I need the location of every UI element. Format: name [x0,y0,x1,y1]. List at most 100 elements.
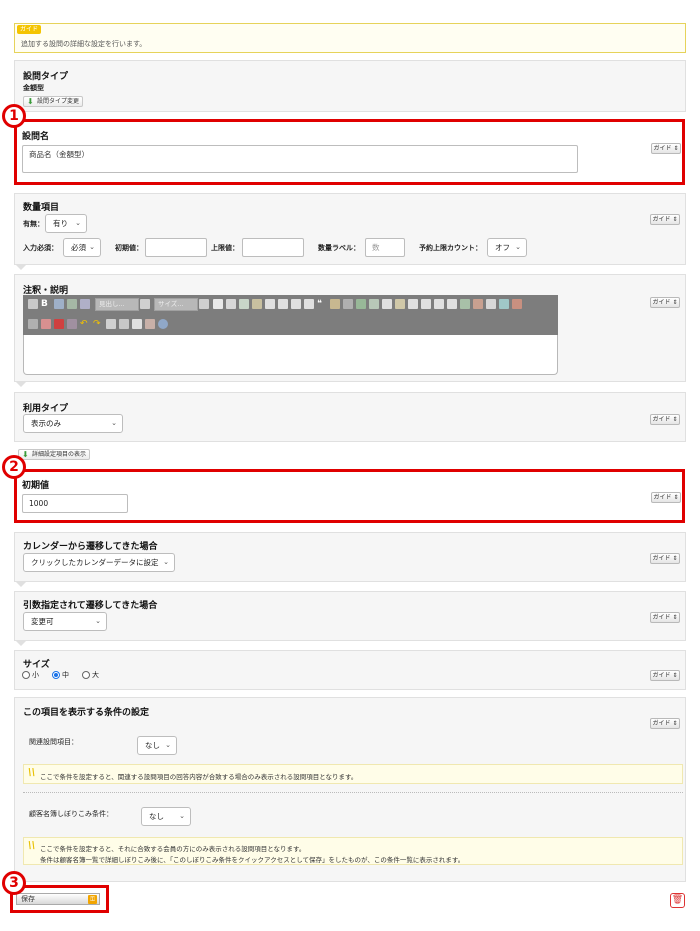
size-select-label: サイズ... [158,300,184,308]
image-insert-icon[interactable] [252,299,262,309]
picture-icon[interactable] [460,299,470,309]
size-radio-large[interactable] [82,671,90,679]
table-icon[interactable] [239,299,249,309]
size-panel: サイズ ガイド ⇕ 小 中 大 [14,650,686,690]
youtube-icon[interactable] [54,319,64,329]
change-question-type-button[interactable]: ⬇ 設問タイプ変更 [23,96,84,107]
spellcheck-icon[interactable] [80,299,90,309]
format-select[interactable]: 見出し... [95,298,139,311]
argument-value: 変更可 [31,617,54,626]
doc-icon[interactable] [382,299,392,309]
size-select[interactable]: サイズ... [154,298,198,311]
required-select[interactable]: 必須 ⌄ [63,238,101,257]
bullet-list-icon[interactable] [278,299,288,309]
divider [23,792,683,793]
display-condition-panel: この項目を表示する条件の設定 ガイド ⇕ 関連設問項目： なし ⌄ \\ ここで条… [14,697,686,882]
display-condition-guide-button[interactable]: ガイド ⇕ [650,718,680,729]
show-detail-settings-label: 詳細設定項目の表示 [32,451,87,458]
source-icon[interactable] [28,299,38,309]
highlight-box-save [10,885,109,913]
iframe-icon[interactable] [28,319,38,329]
notes-guide-button[interactable]: ガイド ⇕ [650,297,680,308]
chevron-down-icon: ⌄ [179,812,185,820]
format-dropdown-icon[interactable] [140,299,150,309]
usage-type-guide-button[interactable]: ガイド ⇕ [650,414,680,425]
help-icon[interactable] [158,319,168,329]
anchor-icon[interactable] [369,299,379,309]
quantity-panel: 数量項目 ガイド ⇕ 有無： 有り ⌄ 入力必須： 必須 ⌄ 初期値： 上限値： 数… [14,193,686,265]
argument-title: 引数指定されて遷移してきた場合 [23,601,158,611]
arrow-down-icon: ⬇ [22,450,29,459]
undo-icon[interactable]: ↶ [80,319,90,329]
notes-panel: 注釈・説明 ガイド ⇕ B 見出し... サイズ... ❝ ↶ ↷ [14,274,686,382]
map-icon[interactable] [41,319,51,329]
related-question-value: なし [145,741,160,750]
paste-icon[interactable] [145,319,155,329]
calendar-value: クリックしたカレンダーデータに設定 [31,558,159,567]
brush-icon[interactable] [54,299,64,309]
smiley-icon[interactable] [499,299,509,309]
customer-filter-label: 顧客名簿しぼりこみ条件： [29,810,113,818]
presence-select[interactable]: 有り ⌄ [45,214,87,233]
size-radio-small[interactable] [22,671,30,679]
customer-filter-value: なし [149,812,164,821]
required-value: 必須 [71,243,86,252]
maximize-icon[interactable] [119,319,129,329]
presence-label: 有無： [23,220,44,228]
align-center-icon[interactable] [421,299,431,309]
customer-condition-note-line2: 条件は顧客名簿一覧で詳細しぼりこみ後に、「このしぼりこみ条件をクイックアクセスと… [40,856,465,864]
template-icon[interactable] [395,299,405,309]
quantity-max-input[interactable] [242,238,304,257]
quantity-initial-input[interactable] [145,238,207,257]
chevron-down-icon: ⌄ [165,741,171,749]
list-icon[interactable] [265,299,275,309]
marker-1: 1 [2,104,26,128]
argument-select[interactable]: 変更可 ⌄ [23,612,107,631]
size-dropdown-icon[interactable] [199,299,209,309]
quote-icon[interactable]: ❝ [317,299,327,309]
argument-panel: 引数指定されて遷移してきた場合 ガイド ⇕ 変更可 ⌄ [14,591,686,641]
align-left-icon[interactable] [408,299,418,309]
qty-label-input[interactable]: 数 [365,238,405,257]
unlink-icon[interactable] [356,299,366,309]
size-radio-medium[interactable] [52,671,60,679]
customer-filter-select[interactable]: なし ⌄ [141,807,191,826]
related-condition-note: \\ ここで条件を設定すると、関連する設問項目の回答内容が合致する場合のみ表示さ… [23,764,683,784]
panel-arrow [16,582,26,587]
calendar-select[interactable]: クリックしたカレンダーデータに設定 ⌄ [23,553,175,572]
calendar-guide-button[interactable]: ガイド ⇕ [650,553,680,564]
display-condition-title: この項目を表示する条件の設定 [23,708,150,718]
page-icon[interactable] [213,299,223,309]
bold-icon[interactable]: B [41,299,51,309]
highlight-box-initial-value [14,469,685,523]
numbered-list-icon[interactable] [291,299,301,309]
size-guide-button[interactable]: ガイド ⇕ [650,670,680,681]
usage-type-select[interactable]: 表示のみ ⌄ [23,414,123,433]
image-icon[interactable] [67,299,77,309]
align-right-icon[interactable] [434,299,444,309]
guide-box: ガイド 追加する設問の詳細な設定を行います。 [14,23,686,53]
save-doc-icon[interactable] [132,319,142,329]
show-detail-settings-button[interactable]: ⬇ 詳細設定項目の表示 [18,449,91,460]
preview-icon[interactable] [106,319,116,329]
marker-2: 2 [2,455,26,479]
video-icon[interactable] [67,319,77,329]
special-char-icon[interactable] [512,299,522,309]
indent-icon[interactable] [304,299,314,309]
reserve-select[interactable]: オフ ⌄ [487,238,527,257]
clip-icon[interactable] [330,299,340,309]
chevron-down-icon: ⌄ [163,558,169,566]
editor-body[interactable] [23,335,558,375]
hr-icon[interactable] [486,299,496,309]
warning-icon: \\ [28,767,36,778]
flash-icon[interactable] [473,299,483,309]
related-question-select[interactable]: なし ⌄ [137,736,177,755]
warning-icon: \\ [28,840,36,851]
align-justify-icon[interactable] [447,299,457,309]
redo-icon[interactable]: ↷ [93,319,103,329]
quantity-guide-button[interactable]: ガイド ⇕ [650,214,680,225]
trash-icon[interactable]: 🗑 [670,893,685,908]
argument-guide-button[interactable]: ガイド ⇕ [650,612,680,623]
copy-icon[interactable] [226,299,236,309]
link-icon[interactable] [343,299,353,309]
